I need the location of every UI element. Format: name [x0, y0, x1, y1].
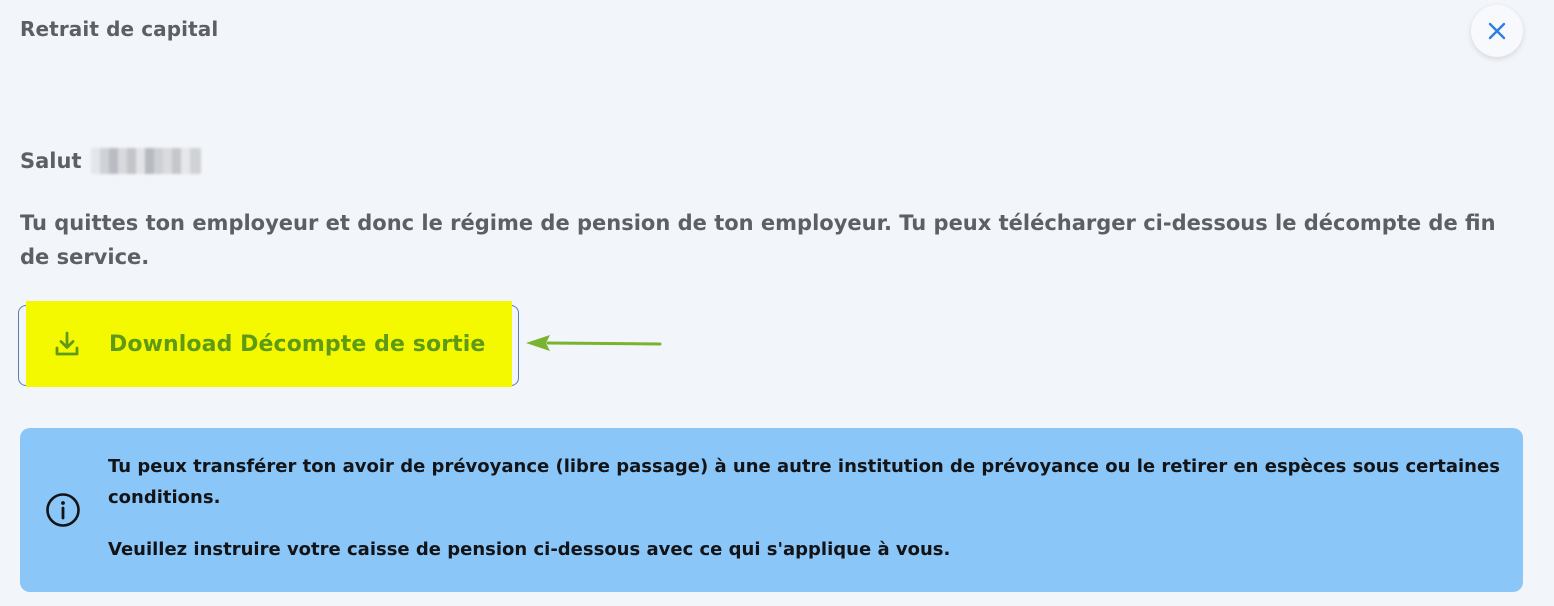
info-icon: [46, 493, 80, 527]
redacted-user-name: [91, 148, 202, 174]
download-button-highlight: Download Décompte de sortie: [26, 301, 512, 387]
greeting-salutation: Salut: [20, 149, 82, 173]
annotation-arrow-icon: [526, 335, 662, 351]
close-button[interactable]: [1471, 5, 1523, 57]
info-text-instruction: Veuillez instruire votre caisse de pensi…: [108, 539, 951, 560]
info-text-transfer: Tu peux transférer ton avoir de prévoyan…: [108, 456, 1500, 508]
withdrawal-modal: Retrait de capital Salut Tu quittes ton …: [0, 0, 1554, 606]
download-exit-statement-button[interactable]: Download Décompte de sortie: [18, 301, 519, 387]
greeting: Salut: [20, 148, 202, 174]
info-box: Tu peux transférer ton avoir de prévoyan…: [20, 428, 1523, 592]
download-icon: [52, 329, 82, 359]
modal-title: Retrait de capital: [20, 17, 219, 41]
download-button-label: Download Décompte de sortie: [109, 331, 486, 357]
close-icon: [1488, 22, 1506, 40]
intro-text: Tu quittes ton employeur et donc le régi…: [20, 211, 1496, 269]
